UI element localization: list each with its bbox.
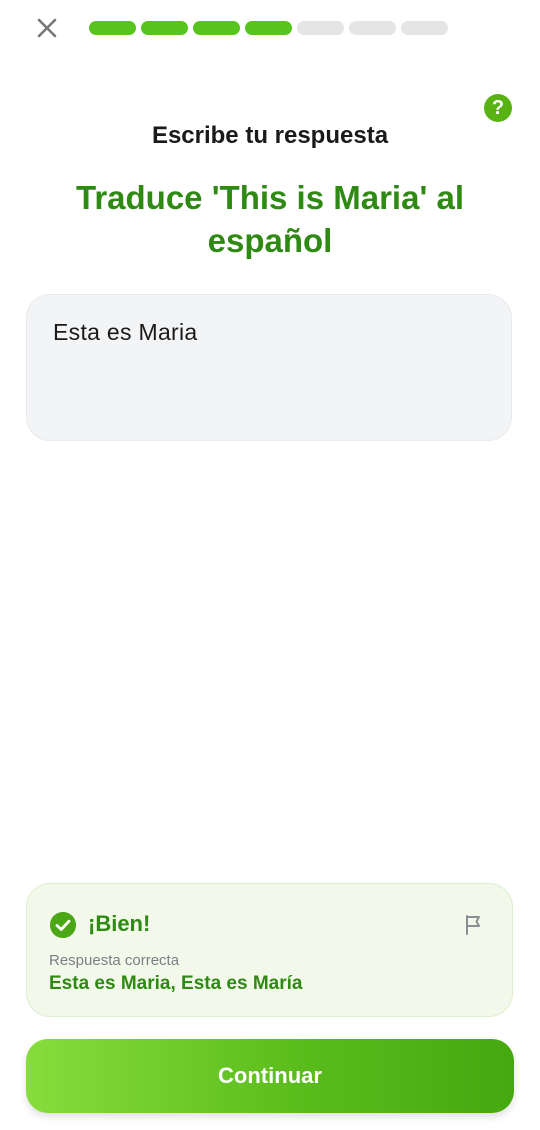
progress-segment-complete [141,21,188,35]
continue-button[interactable]: Continuar [26,1039,514,1113]
correct-answer-text: Esta es Maria, Esta es María [49,973,303,994]
lesson-screen: ? Escribe tu respuesta Traduce 'This is … [0,0,540,1130]
progress-segment-pending [401,21,448,35]
flag-icon[interactable] [462,913,486,937]
correct-answer-label: Respuesta correcta [49,952,180,969]
answer-input[interactable]: Esta es Maria [26,294,512,441]
instruction-text: Escribe tu respuesta [151,122,389,149]
progress-segment-complete [193,21,240,35]
close-icon[interactable] [32,13,62,43]
prompt-text: Traduce 'This is Maria' al español [75,179,464,259]
answer-value: Esta es Maria [53,319,198,345]
progress-bar [89,21,448,35]
feedback-panel: ¡Bien! Respuesta correcta Esta es Maria,… [26,883,513,1017]
progress-segment-complete [89,21,136,35]
help-icon[interactable]: ? [484,94,512,122]
feedback-title: ¡Bien! [88,911,151,936]
progress-segment-pending [297,21,344,35]
check-circle-icon [50,912,76,938]
progress-segment-pending [349,21,396,35]
progress-segment-complete [245,21,292,35]
